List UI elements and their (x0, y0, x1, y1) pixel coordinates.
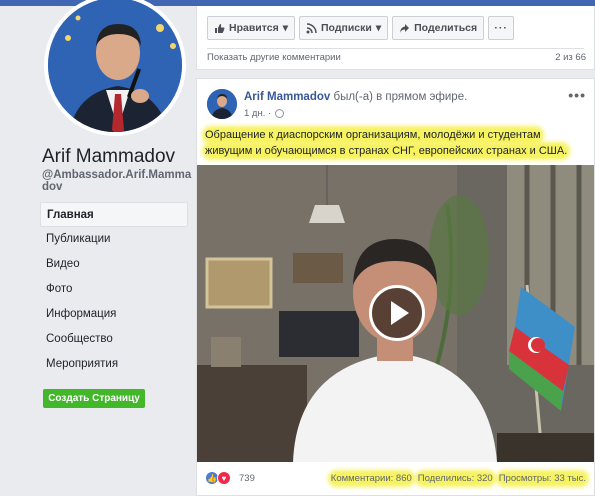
follow-button-label: Подписки (321, 22, 372, 34)
post-stats: 👍 ♥ 739 Комментарии: 860 Поделились: 320… (205, 471, 586, 489)
play-button[interactable] (369, 285, 425, 341)
nav-item-photos[interactable]: Фото (40, 277, 188, 302)
post-options-button[interactable]: ••• (568, 87, 586, 103)
share-icon (399, 23, 410, 34)
left-sidebar: Arif Mammadov @Ambassador.Arif.Mammadov … (0, 0, 195, 496)
globe-icon (275, 109, 285, 118)
divider (207, 48, 584, 49)
like-page-button[interactable]: Нравится ▾ (207, 16, 295, 40)
post-timestamp[interactable]: 1 дн. · (244, 108, 271, 119)
share-button[interactable]: Поделиться (392, 16, 485, 40)
play-icon (390, 301, 409, 325)
reaction-count: 739 (239, 472, 255, 484)
post-header: Arif Mammadov был(-а) в прямом эфире. (244, 91, 467, 103)
nav-item-about[interactable]: Информация (40, 302, 188, 327)
comments-count-link[interactable]: Комментарии: 860 (330, 473, 412, 484)
author-avatar[interactable] (207, 89, 237, 119)
like-button-label: Нравится (229, 22, 279, 34)
reactions-summary[interactable]: 👍 ♥ 739 (205, 471, 255, 485)
chevron-down-icon: ▾ (375, 22, 382, 34)
engagement-stats: Комментарии: 860 Поделились: 320 Просмот… (330, 473, 586, 484)
post-text: Обращение к диаспорским организациям, мо… (205, 127, 585, 159)
nav-item-home[interactable]: Главная (40, 202, 188, 227)
comments-counter: 2 из 66 (555, 52, 586, 63)
profile-photo-image (48, 0, 182, 132)
post-text-line: живущим и обучающимся в странах СНГ, евр… (205, 145, 568, 157)
live-video-post: Arif Mammadov был(-а) в прямом эфире. 1 … (196, 78, 595, 496)
page-name[interactable]: Arif Mammadov (42, 146, 175, 168)
live-status-text: был(-а) в прямом эфире. (333, 91, 468, 103)
page-actions-card: Нравится ▾ Подписки ▾ Поделиться ··· Пок… (196, 6, 595, 70)
show-more-comments-link[interactable]: Показать другие комментарии (207, 52, 341, 63)
post-text-line: Обращение к диаспорским организациям, мо… (205, 129, 541, 141)
share-button-label: Поделиться (414, 22, 478, 34)
author-name-link[interactable]: Arif Mammadov (244, 91, 330, 103)
chevron-down-icon: ▾ (282, 22, 288, 34)
page-actions: Нравится ▾ Подписки ▾ Поделиться ··· (207, 16, 515, 40)
page-nav: Главная Публикации Видео Фото Информация… (40, 202, 188, 377)
nav-item-posts[interactable]: Публикации (40, 227, 188, 252)
nav-item-community[interactable]: Сообщество (40, 327, 188, 352)
post-meta: 1 дн. · (244, 108, 285, 119)
profile-picture[interactable] (44, 0, 186, 136)
video-player[interactable] (197, 165, 594, 462)
like-icon (214, 23, 225, 34)
shares-count-link[interactable]: Поделились: 320 (417, 473, 493, 484)
page-username: @Ambassador.Arif.Mammadov (42, 169, 192, 193)
nav-item-videos[interactable]: Видео (40, 252, 188, 277)
create-page-button[interactable]: Создать Страницу (43, 389, 145, 408)
views-count: Просмотры: 33 тыс. (498, 473, 586, 484)
follow-button[interactable]: Подписки ▾ (299, 16, 389, 40)
rss-icon (306, 22, 317, 34)
nav-item-events[interactable]: Мероприятия (40, 352, 188, 377)
love-icon: ♥ (217, 471, 231, 485)
more-options-button[interactable]: ··· (488, 16, 515, 40)
